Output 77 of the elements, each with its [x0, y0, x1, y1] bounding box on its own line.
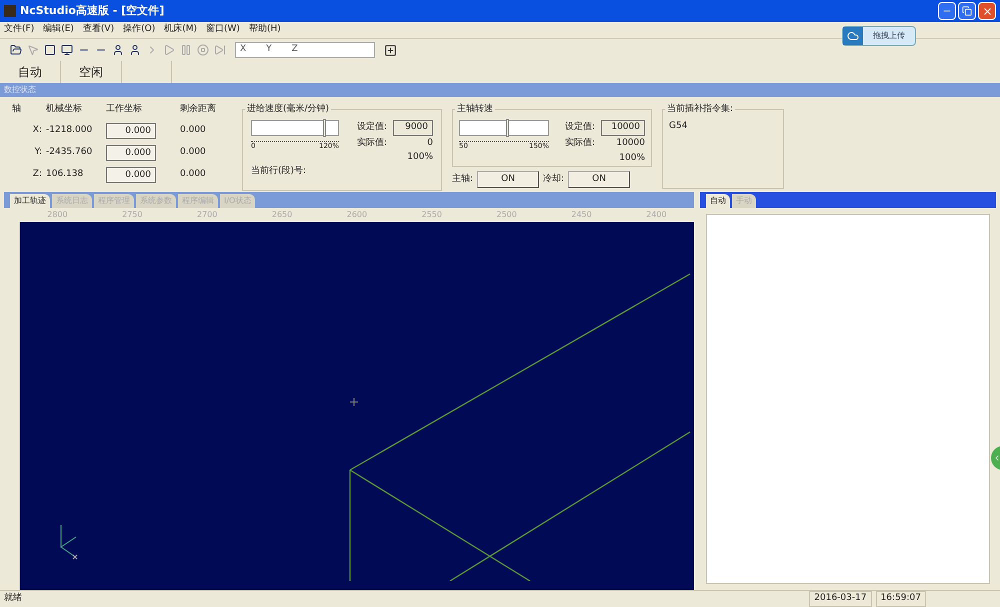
ruler-label: 2600: [346, 209, 368, 221]
cloud-icon: [847, 30, 859, 42]
status-time: 16:59:07: [876, 591, 926, 607]
menu-item[interactable]: 文件(F): [4, 23, 34, 37]
machine-coordinate: 106.138: [46, 168, 84, 181]
set-label: 设定值:: [357, 121, 388, 134]
person-icon[interactable]: [112, 44, 124, 56]
toggle-button[interactable]: ON: [477, 171, 540, 188]
percent-value: 100%: [618, 152, 645, 166]
ruler-label: 2550: [422, 209, 442, 221]
actual-value: 10000: [615, 137, 645, 150]
app-icon: [4, 5, 16, 17]
crosshair-icon: [350, 398, 358, 406]
switch-label: 冷却:: [543, 172, 564, 186]
column-header: 剩余距离: [180, 103, 217, 116]
panel-header: 数控状态: [0, 83, 1000, 97]
ruler-label: 2750: [122, 209, 142, 221]
column-header: 工作坐标: [106, 103, 143, 116]
person-icon[interactable]: [129, 44, 141, 56]
axis-label: X: [240, 43, 246, 56]
status-message: 就绪: [4, 592, 22, 606]
restore-icon: [962, 6, 972, 16]
column-header: 轴: [12, 103, 22, 116]
close-icon: [982, 6, 992, 16]
axis-label: Y: [266, 43, 272, 56]
percent-value: 100%: [406, 151, 433, 164]
set-label: 设定值:: [565, 121, 596, 134]
ruler-label: 2800: [47, 209, 68, 221]
work-coordinate-field[interactable]: 0.000: [106, 166, 156, 182]
restore-button[interactable]: [958, 2, 976, 20]
ruler-label: 2450: [571, 209, 592, 221]
window-title: NcStudio高速版 - [空文件]: [20, 2, 164, 19]
set-value-field[interactable]: 10000: [601, 120, 645, 136]
menu-item[interactable]: 操作(O): [123, 23, 156, 37]
axis-label: X:: [32, 124, 43, 137]
remaining-distance: 0.000: [180, 146, 207, 159]
tab[interactable]: 自动: [706, 194, 730, 208]
close-button[interactable]: [978, 2, 996, 20]
actual-label: 实际值:: [357, 136, 388, 150]
remaining-distance: 0.000: [180, 124, 207, 137]
remaining-distance: 0.000: [180, 168, 207, 181]
switch-label: 主轴:: [452, 172, 474, 186]
machine-coordinate: -2435.760: [46, 146, 94, 159]
ruler-label: 2700: [197, 209, 218, 221]
menu-item[interactable]: 编辑(E): [43, 23, 74, 37]
actual-value: 0: [426, 136, 433, 150]
gcode-value: G54: [669, 121, 688, 131]
machine-coordinate: -1218.000: [46, 124, 94, 137]
axis-label: Y:: [34, 146, 43, 159]
slider-thumb[interactable]: [323, 119, 326, 137]
set-value-field[interactable]: 9000: [393, 120, 433, 136]
axis-label: Z: [292, 43, 298, 56]
upload-button[interactable]: 拖拽上传: [842, 26, 916, 46]
tab[interactable]: 加工轨迹: [10, 194, 50, 208]
monitor-icon[interactable]: [61, 44, 73, 56]
toggle-button[interactable]: ON: [568, 171, 630, 188]
line-number-label: 当前行(段)号:: [251, 164, 308, 178]
slider-thumb[interactable]: [506, 119, 510, 137]
minimize-button[interactable]: [938, 2, 956, 20]
menu-item[interactable]: 查看(V): [82, 23, 114, 37]
folder-icon[interactable]: [10, 44, 22, 56]
status-date: 2016-03-17: [809, 591, 872, 607]
work-coordinate-field[interactable]: 0.000: [106, 144, 156, 160]
menu-item[interactable]: 窗口(W): [206, 23, 240, 37]
ruler-label: 2400: [646, 209, 667, 221]
actual-label: 实际值:: [565, 137, 596, 150]
coordinate-field[interactable]: X Y Z: [235, 42, 375, 58]
menu-item[interactable]: 帮助(H): [248, 23, 281, 37]
axis-label: Z:: [32, 168, 43, 181]
chevron-icon: [993, 454, 1000, 462]
work-coordinate-field[interactable]: 0.000: [106, 122, 156, 138]
ruler-label: 2650: [272, 209, 292, 221]
add-icon[interactable]: [384, 44, 397, 56]
window-icon[interactable]: [44, 44, 56, 56]
ruler-label: 2500: [496, 209, 517, 221]
menu-item[interactable]: 机床(M): [164, 23, 198, 37]
column-header: 机械坐标: [46, 103, 83, 116]
